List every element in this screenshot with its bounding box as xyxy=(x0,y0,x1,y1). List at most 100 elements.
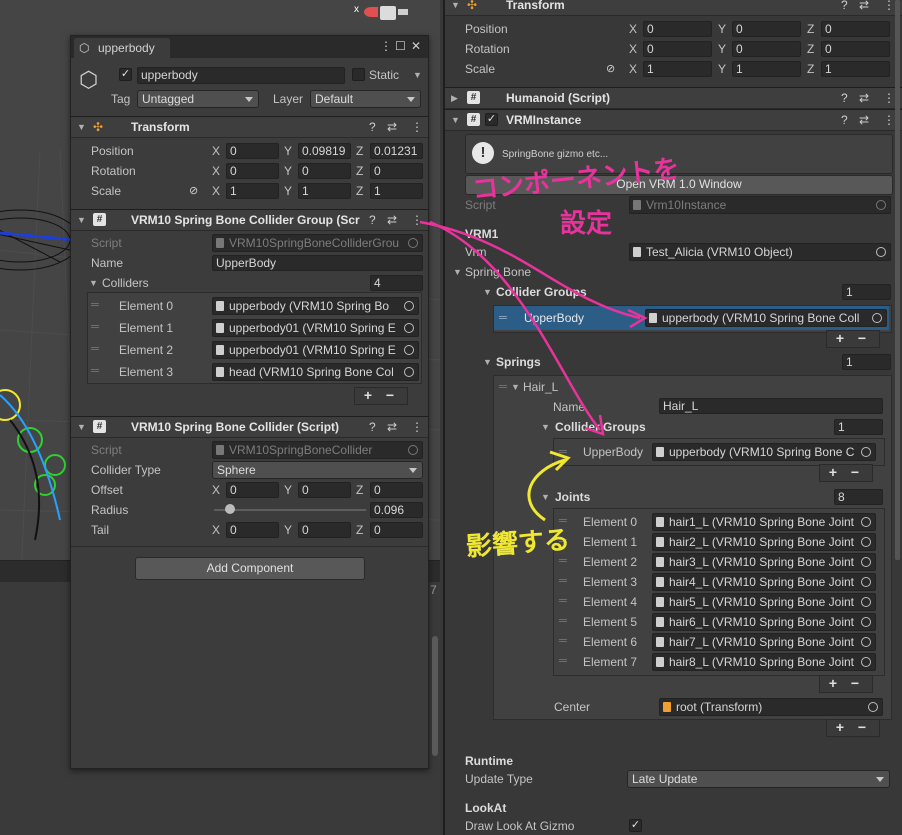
drag-handle-icon[interactable]: ═ xyxy=(559,634,567,648)
component-menu-icon[interactable]: ⋮ xyxy=(411,213,423,227)
collider-group-row-field[interactable]: upperbody (VRM10 Spring Bone Coll xyxy=(645,309,887,327)
close-icon[interactable]: ✕ xyxy=(411,39,421,53)
collider-type-dropdown[interactable]: Sphere xyxy=(212,461,423,479)
maximize-icon[interactable]: ☐ xyxy=(395,39,406,53)
vrm-object-field[interactable]: Test_Alicia (VRM10 Object) xyxy=(629,243,891,261)
component-menu-icon[interactable]: ⋮ xyxy=(883,113,895,127)
radius-slider-track[interactable] xyxy=(214,509,366,511)
springs-label[interactable]: Springs xyxy=(496,354,541,370)
position-x-field[interactable]: 0 xyxy=(226,143,279,159)
vrminstance-header[interactable]: ▼ # ✓ VRMInstance ? ⇄ ⋮ xyxy=(445,109,902,131)
object-name-field[interactable]: upperbody xyxy=(137,67,345,84)
spring-collider-groups-label[interactable]: Collider Groups xyxy=(555,419,646,435)
joint-element-field[interactable]: hair8_L (VRM10 Spring Bone Joint xyxy=(652,653,876,671)
remove-element-button[interactable]: − xyxy=(845,676,865,691)
spring-bone-label[interactable]: Spring Bone xyxy=(465,264,531,280)
spring-collider-row-field[interactable]: upperbody (VRM10 Spring Bone C xyxy=(652,443,876,461)
add-element-button[interactable]: + xyxy=(823,676,843,691)
add-element-button[interactable]: + xyxy=(830,331,850,346)
help-icon[interactable]: ? xyxy=(369,420,376,434)
tail-z-field[interactable]: 0 xyxy=(370,522,423,538)
radius-slider-thumb[interactable] xyxy=(225,504,235,514)
joint-element-field[interactable]: hair6_L (VRM10 Spring Bone Joint xyxy=(652,613,876,631)
help-icon[interactable]: ? xyxy=(841,0,848,12)
joint-element-field[interactable]: hair5_L (VRM10 Spring Bone Joint xyxy=(652,593,876,611)
preset-icon[interactable]: ⇄ xyxy=(387,213,397,227)
collider-groups-count[interactable]: 1 xyxy=(842,284,891,300)
position-z-field[interactable]: 0 xyxy=(821,21,890,37)
joint-element-field[interactable]: hair1_L (VRM10 Spring Bone Joint xyxy=(652,513,876,531)
transform-header[interactable]: ▼ ✣ Transform ? ⇄ ⋮ xyxy=(445,0,902,16)
rotation-z-field[interactable]: 0 xyxy=(821,41,890,57)
scale-z-field[interactable]: 1 xyxy=(370,183,423,199)
colliders-label[interactable]: Colliders xyxy=(102,275,149,291)
scale-y-field[interactable]: 1 xyxy=(732,61,801,77)
constrain-proportions-icon[interactable]: ⊘ xyxy=(189,184,198,198)
drag-handle-icon[interactable]: ═ xyxy=(559,654,567,668)
component-menu-icon[interactable]: ⋮ xyxy=(883,91,895,105)
collider-groups-label[interactable]: Collider Groups xyxy=(496,284,587,300)
collider-group-header[interactable]: ▼ # VRM10 Spring Bone Collider Group (Sc… xyxy=(71,209,428,231)
position-x-field[interactable]: 0 xyxy=(643,21,712,37)
add-element-button[interactable]: + xyxy=(830,720,850,735)
help-icon[interactable]: ? xyxy=(369,213,376,227)
radius-field[interactable]: 0.096 xyxy=(370,502,423,518)
rotation-y-field[interactable]: 0 xyxy=(732,41,801,57)
spring-name-field[interactable]: Hair_L xyxy=(659,398,883,414)
component-menu-icon[interactable]: ⋮ xyxy=(411,420,423,434)
draw-lookat-checkbox[interactable]: ✓ xyxy=(629,819,642,832)
layer-dropdown[interactable]: Default xyxy=(310,90,421,108)
drag-handle-icon[interactable]: ═ xyxy=(559,574,567,588)
add-element-button[interactable]: + xyxy=(358,388,378,403)
joints-label[interactable]: Joints xyxy=(555,489,590,505)
list-add-remove[interactable]: + − xyxy=(826,719,880,737)
right-inspector[interactable]: ▼ ✣ Transform ? ⇄ ⋮ Position Rotation Sc… xyxy=(443,0,902,835)
offset-z-field[interactable]: 0 xyxy=(370,482,423,498)
object-active-checkbox[interactable]: ✓ xyxy=(119,68,132,81)
rotation-y-field[interactable]: 0 xyxy=(298,163,351,179)
constrain-proportions-icon[interactable]: ⊘ xyxy=(606,62,615,76)
collider-element-field[interactable]: upperbody01 (VRM10 Spring E xyxy=(212,319,419,337)
offset-x-field[interactable]: 0 xyxy=(226,482,279,498)
remove-element-button[interactable]: − xyxy=(852,720,872,735)
collider-header[interactable]: ▼ # VRM10 Spring Bone Collider (Script) … xyxy=(71,416,428,438)
tag-dropdown[interactable]: Untagged xyxy=(137,90,259,108)
joints-count[interactable]: 8 xyxy=(834,489,883,505)
humanoid-header[interactable]: ▶ # Humanoid (Script) ? ⇄ ⋮ xyxy=(445,87,902,109)
inspector-tab[interactable]: ⬡ upperbody xyxy=(74,38,170,58)
update-type-dropdown[interactable]: Late Update xyxy=(627,770,890,788)
component-menu-icon[interactable]: ⋮ xyxy=(411,120,423,134)
joint-element-field[interactable]: hair3_L (VRM10 Spring Bone Joint xyxy=(652,553,876,571)
tail-y-field[interactable]: 0 xyxy=(298,522,351,538)
static-dropdown-arrow[interactable]: ▼ xyxy=(413,68,422,82)
spring-collider-groups-count[interactable]: 1 xyxy=(834,419,883,435)
center-field[interactable]: root (Transform) xyxy=(659,698,883,716)
offset-y-field[interactable]: 0 xyxy=(298,482,351,498)
vrminstance-enabled-checkbox[interactable]: ✓ xyxy=(485,113,498,126)
preset-icon[interactable]: ⇄ xyxy=(387,120,397,134)
collider-element-field[interactable]: upperbody (VRM10 Spring Bo xyxy=(212,297,419,315)
colliders-count-field[interactable]: 4 xyxy=(370,275,423,291)
preset-icon[interactable]: ⇄ xyxy=(859,91,869,105)
right-scrollbar[interactable] xyxy=(895,0,900,560)
group-name-field[interactable]: UpperBody xyxy=(212,255,423,271)
joint-element-field[interactable]: hair2_L (VRM10 Spring Bone Joint xyxy=(652,533,876,551)
joint-element-field[interactable]: hair7_L (VRM10 Spring Bone Joint xyxy=(652,633,876,651)
position-z-field[interactable]: 0.01231 xyxy=(370,143,423,159)
list-add-remove[interactable]: + − xyxy=(354,387,408,405)
springs-count[interactable]: 1 xyxy=(842,354,891,370)
scale-x-field[interactable]: 1 xyxy=(643,61,712,77)
scale-y-field[interactable]: 1 xyxy=(298,183,351,199)
rotation-z-field[interactable]: 0 xyxy=(370,163,423,179)
preset-icon[interactable]: ⇄ xyxy=(387,420,397,434)
menu-icon[interactable]: ⋮ xyxy=(380,39,392,53)
position-y-field[interactable]: 0.09819 xyxy=(298,143,351,159)
scrollbar-thumb[interactable] xyxy=(432,636,438,756)
joint-element-field[interactable]: hair4_L (VRM10 Spring Bone Joint xyxy=(652,573,876,591)
add-element-button[interactable]: + xyxy=(823,465,843,480)
remove-element-button[interactable]: − xyxy=(380,388,400,403)
drag-handle-icon[interactable]: ═ xyxy=(559,554,567,568)
spring-element-label[interactable]: Hair_L xyxy=(523,379,558,395)
floating-inspector-window[interactable]: ⬡ upperbody ⋮ ☐ ✕ ⬡ ✓ upperbody Static ▼… xyxy=(70,35,438,769)
list-add-remove[interactable]: + − xyxy=(819,464,873,482)
